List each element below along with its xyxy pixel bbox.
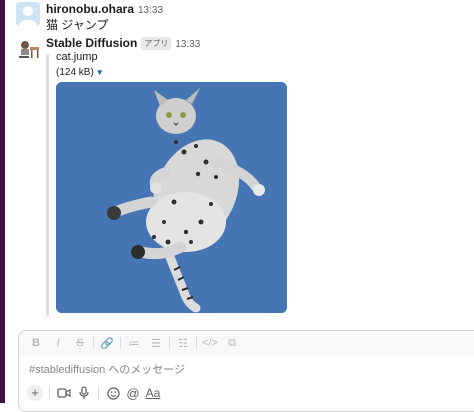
message-text: 猫 ジャンプ — [46, 18, 109, 32]
mention-button[interactable]: @ — [123, 383, 143, 403]
user-avatar[interactable] — [16, 2, 40, 26]
bold-button[interactable]: B — [25, 337, 47, 349]
smiley-icon — [106, 386, 120, 400]
attachment-bar — [46, 54, 49, 316]
bot-avatar[interactable] — [16, 36, 42, 62]
text-format-toggle[interactable]: Aa — [143, 383, 163, 403]
app-badge: アプリ — [141, 37, 172, 50]
ordered-list-icon[interactable]: ≔ — [123, 337, 145, 350]
strikethrough-button[interactable]: S — [69, 337, 91, 349]
video-clip-button[interactable] — [54, 383, 74, 403]
message-input[interactable]: #stablediffusion へのメッセージ — [29, 361, 185, 377]
timestamp[interactable]: 13:33 — [138, 5, 163, 16]
attachment-size-text: (124 kB) — [56, 67, 94, 78]
attach-plus-button[interactable]: + — [25, 383, 45, 403]
format-label: Aa — [145, 386, 161, 400]
blockquote-icon[interactable]: ☷ — [172, 337, 194, 350]
composer-actions: + @ Aa — [25, 383, 163, 403]
toolbar-divider — [93, 337, 94, 349]
italic-button[interactable]: I — [47, 337, 69, 349]
timestamp[interactable]: 13:33 — [175, 39, 200, 50]
toolbar-divider — [120, 337, 121, 349]
link-icon[interactable]: 🔗 — [96, 337, 118, 350]
message-composer: B I S 🔗 ≔ ☰ ☷ </> ⧉ #stablediffusion へのメ… — [18, 330, 474, 412]
toolbar-divider — [169, 337, 170, 349]
code-icon[interactable]: </> — [199, 337, 221, 349]
workspace-sidebar-edge — [0, 0, 5, 403]
message-header: Stable Diffusion アプリ 13:33 — [46, 36, 200, 50]
emoji-button[interactable] — [103, 383, 123, 403]
cat-jumping-image[interactable] — [56, 82, 287, 313]
at-sign-icon: @ — [126, 385, 140, 401]
attachment-filename[interactable]: cat.jump — [56, 51, 98, 63]
attachment-size[interactable]: (124 kB) ▼ — [56, 67, 104, 78]
toolbar-divider — [49, 386, 50, 400]
toolbar-divider — [98, 386, 99, 400]
audio-clip-button[interactable] — [74, 383, 94, 403]
toolbar-divider — [196, 337, 197, 349]
formatting-toolbar: B I S 🔗 ≔ ☰ ☷ </> ⧉ — [19, 331, 474, 355]
username[interactable]: hironobu.ohara — [46, 2, 134, 16]
plus-icon: + — [27, 385, 43, 401]
microphone-icon — [79, 386, 89, 399]
message-header: hironobu.ohara 13:33 — [46, 2, 163, 16]
code-block-icon[interactable]: ⧉ — [221, 337, 243, 350]
video-icon — [57, 388, 71, 398]
bot-name[interactable]: Stable Diffusion — [46, 36, 137, 50]
chevron-down-icon[interactable]: ▼ — [96, 68, 104, 77]
bullet-list-icon[interactable]: ☰ — [145, 337, 167, 350]
